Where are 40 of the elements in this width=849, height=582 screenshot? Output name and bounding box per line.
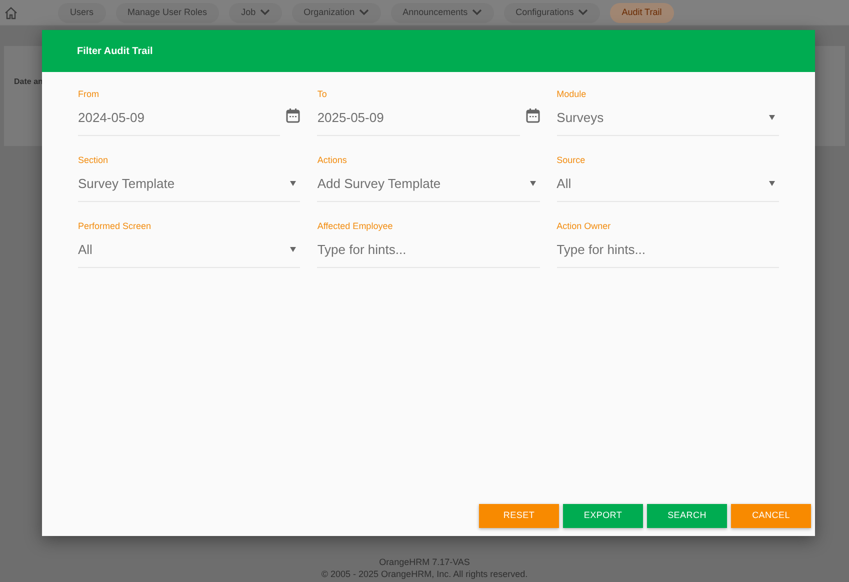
date-field[interactable]: 2025-05-09: [317, 100, 520, 136]
field-label: Source: [556, 154, 586, 166]
calendar-icon[interactable]: [526, 108, 540, 122]
dropdown-arrow-icon: [530, 181, 536, 186]
dropdown-arrow-icon: [768, 115, 775, 120]
field-label: Actions: [317, 154, 348, 166]
field-label: Action Owner: [556, 220, 612, 232]
select-field[interactable]: All: [78, 232, 300, 268]
field-label: To: [317, 88, 328, 100]
date-field[interactable]: 2024-05-09: [78, 100, 280, 136]
field-label: From: [78, 88, 100, 100]
dialog-button[interactable]: EXPORT: [563, 504, 643, 528]
dialog-button[interactable]: SEARCH: [647, 504, 727, 528]
dialog-button[interactable]: RESET: [479, 504, 559, 528]
nav-tab[interactable]: Users: [58, 2, 106, 22]
nav-tab[interactable]: Organization: [292, 2, 381, 22]
nav-tab[interactable]: Announcements: [390, 2, 494, 22]
field-label: Module: [556, 88, 588, 100]
nav-tab[interactable]: Manage User Roles: [116, 2, 220, 22]
dropdown-arrow-icon: [768, 181, 775, 186]
select-field[interactable]: Surveys: [556, 100, 779, 136]
field-label: Performed Screen: [78, 220, 152, 232]
input-field[interactable]: Type for hints...: [317, 232, 540, 268]
dialog-button[interactable]: CANCEL: [731, 504, 811, 528]
select-field[interactable]: Survey Template: [78, 166, 300, 202]
dropdown-arrow-icon: [290, 181, 296, 186]
calendar-icon[interactable]: [286, 108, 300, 122]
version-text: OrangeHRM 7.17-VAS: [379, 556, 470, 568]
field-label: Section: [78, 154, 110, 166]
field-label: Affected Employee: [317, 220, 394, 232]
input-field[interactable]: Type for hints...: [556, 232, 779, 268]
nav-tab[interactable]: Configurations: [504, 2, 600, 22]
copyright-text: © 2005 - 2025 OrangeHRM, Inc. All rights reserved.: [321, 568, 528, 580]
nav-tab[interactable]: Job: [229, 2, 282, 22]
home-icon[interactable]: [4, 6, 18, 20]
dialog-title: Filter Audit Trail: [77, 44, 153, 58]
nav-tab[interactable]: Audit Trail: [610, 2, 674, 22]
dropdown-arrow-icon: [290, 247, 296, 252]
select-field[interactable]: Add Survey Template: [317, 166, 540, 202]
select-field[interactable]: All: [556, 166, 779, 202]
